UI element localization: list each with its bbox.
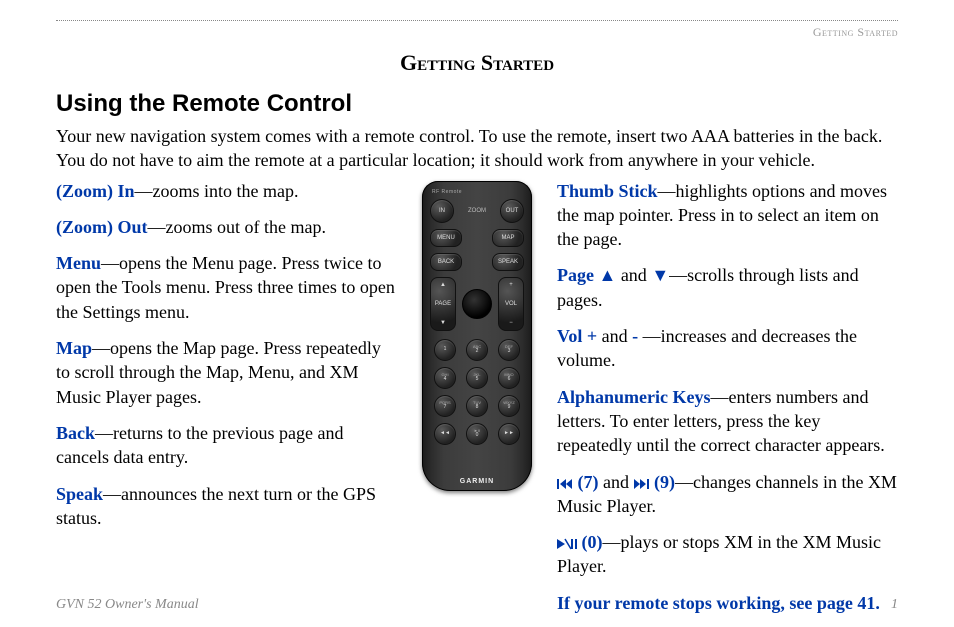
remote-btn-menu: MENU [430, 229, 462, 247]
rewind-icon [557, 478, 573, 490]
term-menu: Menu [56, 253, 101, 273]
remote-key-2: DEF3 [498, 339, 520, 361]
term-page: Page [557, 265, 598, 285]
desc-map: Map—opens the Map page. Press repeatedly… [56, 336, 397, 409]
remote-key-3: GHI4 [434, 367, 456, 389]
footer-manual-title: GVN 52 Owner's Manual [56, 597, 199, 613]
remote-btn-speak: SPEAK [492, 253, 524, 271]
fast-forward-icon [634, 478, 650, 490]
remote-key-11: ►► [498, 423, 520, 445]
term-alpha-keys: Alphanumeric Keys [557, 387, 711, 407]
remote-thumb-stick [462, 289, 492, 319]
term-thumb-stick: Thumb Stick [557, 181, 658, 201]
left-column: (Zoom) In—zooms into the map. (Zoom) Out… [56, 179, 397, 627]
term-zoom-in: (Zoom) In [56, 181, 135, 201]
desc-seven-nine: (7) and (9)—changes channels in the XM M… [557, 470, 898, 519]
remote-key-9: ◄◄ [434, 423, 456, 445]
remote-key-0: 1 [434, 339, 456, 361]
remote-illustration: RF Remote IN ZOOM OUT MENU MAP BACK SPEA… [411, 179, 543, 627]
remote-brand: GARMIN [422, 478, 532, 485]
remote-key-6: PQRS7 [434, 395, 456, 417]
term-speak: Speak [56, 484, 103, 504]
remote-key-8: WXYZ9 [498, 395, 520, 417]
play-pause-icon [557, 538, 577, 550]
header-breadcrumb: Getting Started [56, 25, 898, 40]
remote-btn-in: IN [430, 199, 454, 223]
desc-zoom-out: (Zoom) Out—zooms out of the map. [56, 215, 397, 239]
remote-rocker-vol: + VOL − [498, 277, 524, 331]
term-map: Map [56, 338, 92, 358]
desc-back: Back—returns to the previous page and ca… [56, 421, 397, 470]
term-zoom-out: (Zoom) Out [56, 217, 148, 237]
section-title: Getting Started [56, 50, 898, 76]
desc-page: Page ▲ and ▼—scrolls through lists and p… [557, 263, 898, 312]
remote-btn-map: MAP [492, 229, 524, 247]
footer-page-number: 1 [891, 597, 898, 613]
right-column: Thumb Stick—highlights options and moves… [557, 179, 898, 627]
remote-btn-out: OUT [500, 199, 524, 223]
desc-zero: (0)—plays or stops XM in the XM Music Pl… [557, 530, 898, 579]
remote-key-10: ►II0 [466, 423, 488, 445]
term-key-9: (9) [650, 472, 676, 492]
remote-rocker-page: ▲ PAGE ▼ [430, 277, 456, 331]
remote-key-7: TUV8 [466, 395, 488, 417]
term-vol-plus: Vol + [557, 326, 602, 346]
triangle-up-icon: ▲ [598, 265, 616, 285]
desc-thumb-stick: Thumb Stick—highlights options and moves… [557, 179, 898, 252]
term-key-0: (0) [577, 532, 603, 552]
remote-key-5: MNO6 [498, 367, 520, 389]
remote-btn-back: BACK [430, 253, 462, 271]
remote-key-4: JKL5 [466, 367, 488, 389]
desc-vol: Vol + and - —increases and decreases the… [557, 324, 898, 373]
remote-key-1: ABC2 [466, 339, 488, 361]
subheading: Using the Remote Control [56, 90, 898, 118]
desc-speak: Speak—announces the next turn or the GPS… [56, 482, 397, 531]
triangle-down-icon: ▼ [651, 265, 669, 285]
desc-alpha-keys: Alphanumeric Keys—enters numbers and let… [557, 385, 898, 458]
desc-menu: Menu—opens the Menu page. Press twice to… [56, 251, 397, 324]
intro-paragraph: Your new navigation system comes with a … [56, 124, 898, 173]
desc-zoom-in: (Zoom) In—zooms into the map. [56, 179, 397, 203]
term-key-7: (7) [573, 472, 599, 492]
term-back: Back [56, 423, 95, 443]
